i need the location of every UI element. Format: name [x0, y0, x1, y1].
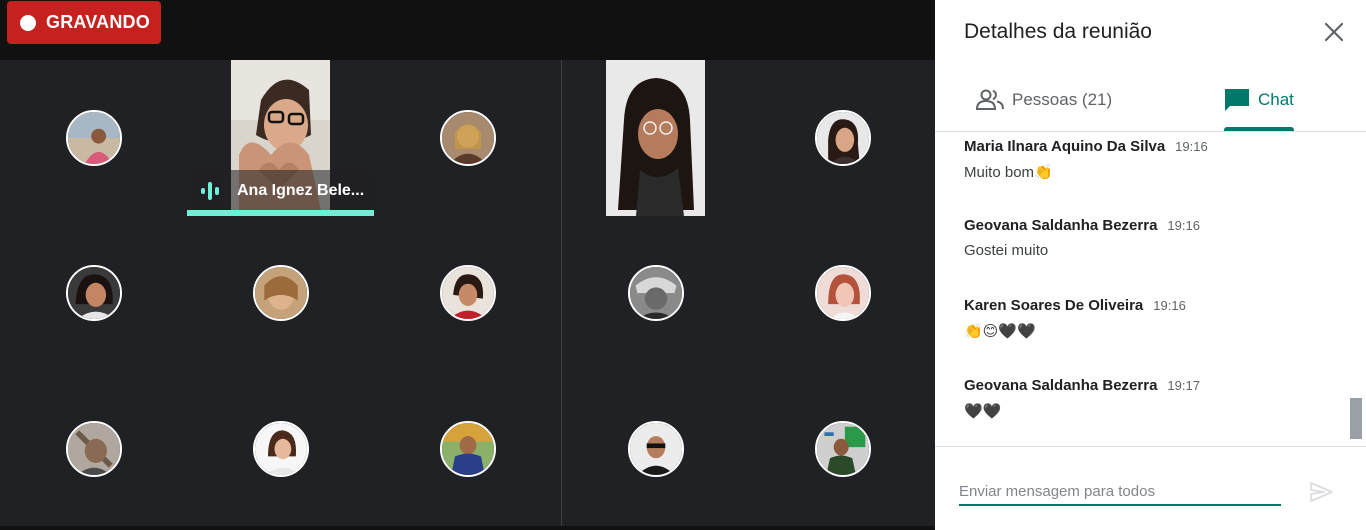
tab-chat[interactable]: Chat — [1224, 68, 1294, 132]
message-sender: Maria Ilnara Aquino Da Silva — [964, 138, 1166, 155]
chat-message: Geovana Saldanha Bezerra 19:16 Gostei mui… — [964, 217, 1200, 259]
chat-icon — [1225, 89, 1249, 111]
participant-avatar[interactable] — [440, 421, 496, 477]
message-sender: Karen Soares De Oliveira — [964, 297, 1144, 314]
people-icon — [976, 89, 1004, 110]
tab-people-label: Pessoas (21) — [1012, 90, 1113, 109]
participant-video[interactable] — [606, 60, 705, 216]
record-dot-icon — [20, 14, 36, 31]
message-sender: Geovana Saldanha Bezerra — [964, 377, 1158, 394]
message-time: 19:16 — [1175, 139, 1208, 154]
chat-message: Karen Soares De Oliveira 19:16 👏😊🖤🖤 — [964, 297, 1186, 340]
meeting-details-panel: Detalhes da reunião Pessoas (21) Chat Ma… — [935, 0, 1366, 530]
chat-scrollbar[interactable] — [1350, 398, 1362, 439]
panel-title: Detalhes da reunião — [964, 20, 1152, 43]
participant-avatar[interactable] — [440, 110, 496, 166]
video-grid: GRAVANDO Ana Ignez Bele... — [0, 0, 935, 530]
participant-avatar[interactable] — [815, 265, 871, 321]
message-text: 👏😊🖤🖤 — [964, 323, 1036, 340]
message-sender: Geovana Saldanha Bezerra — [964, 217, 1158, 234]
participant-avatar[interactable] — [66, 110, 122, 166]
bottom-strip — [0, 526, 935, 530]
participant-avatar[interactable] — [815, 110, 871, 166]
grid-divider — [561, 60, 562, 526]
participant-avatar[interactable] — [628, 421, 684, 477]
participant-avatar[interactable] — [815, 421, 871, 477]
recording-badge: GRAVANDO — [7, 1, 161, 44]
message-text: Muito bom👏 — [964, 164, 1053, 181]
participant-avatar[interactable] — [628, 265, 684, 321]
tab-people[interactable]: Pessoas (21) — [976, 68, 1112, 132]
message-time: 19:16 — [1167, 218, 1200, 233]
meet-window: GRAVANDO Ana Ignez Bele... Detalhes da r… — [0, 0, 1366, 530]
chat-messages: Maria Ilnara Aquino Da Silva 19:16 Muito … — [935, 132, 1366, 446]
participant-avatar[interactable] — [66, 265, 122, 321]
participant-avatar[interactable] — [440, 265, 496, 321]
participant-avatar[interactable] — [66, 421, 122, 477]
message-input[interactable] — [959, 478, 1281, 506]
speaker-name-tag: Ana Ignez Bele... — [187, 170, 374, 216]
message-time: 19:17 — [1167, 378, 1200, 393]
speaking-indicator-icon — [201, 182, 219, 200]
composer-divider — [935, 446, 1366, 447]
tab-chat-label: Chat — [1258, 90, 1294, 109]
message-text: Gostei muito — [964, 242, 1049, 259]
message-time: 19:16 — [1153, 298, 1186, 313]
speaker-name: Ana Ignez Bele... — [237, 182, 365, 199]
recording-label: GRAVANDO — [46, 12, 150, 32]
message-text: 🖤🖤 — [964, 403, 1002, 420]
participant-avatar[interactable] — [253, 421, 309, 477]
close-icon[interactable] — [1321, 19, 1347, 45]
top-bar: GRAVANDO — [0, 0, 935, 60]
send-icon[interactable] — [1308, 479, 1334, 505]
participant-avatar[interactable] — [253, 265, 309, 321]
speaking-bar — [187, 210, 374, 216]
chat-message: Geovana Saldanha Bezerra 19:17 🖤🖤 — [964, 377, 1200, 420]
chat-message: Maria Ilnara Aquino Da Silva 19:16 Muito … — [964, 138, 1208, 181]
